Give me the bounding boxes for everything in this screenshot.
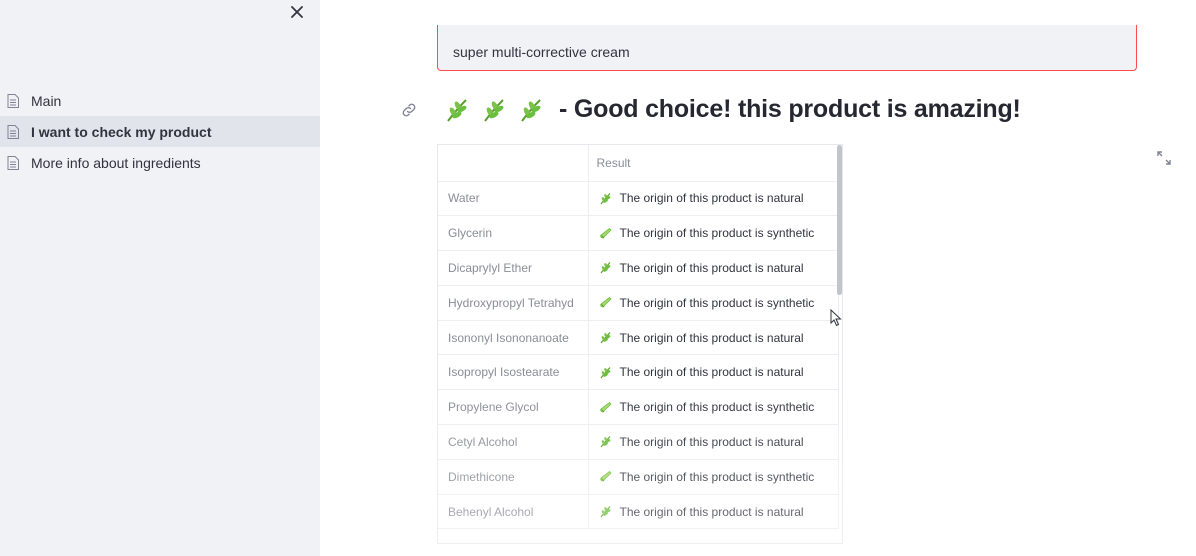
- result-heading-text: - Good choice! this product is amazing!: [559, 95, 1021, 123]
- table-header-row: Result: [438, 145, 839, 182]
- result-text: The origin of this product is natural: [619, 260, 804, 275]
- ingredient-cell[interactable]: Isononyl Isononanoate: [438, 320, 589, 356]
- result-text: The origin of this product is synthetic: [619, 400, 815, 415]
- result-text: The origin of this product is synthetic: [619, 469, 815, 484]
- herb-icon: [600, 262, 610, 274]
- table-row[interactable]: Glycerin The origin of this product is sy…: [438, 215, 839, 252]
- sidebar-item-label: Main: [31, 92, 62, 109]
- sidebar-nav: Main I want to check my product More inf…: [0, 85, 320, 178]
- result-text: The origin of this product is natural: [619, 434, 804, 449]
- table-row[interactable]: Isononyl Isononanoate The origin of this …: [438, 320, 839, 356]
- ingredient-cell[interactable]: Dimethicone: [438, 459, 589, 495]
- close-icon: [291, 6, 303, 18]
- document-icon: [7, 93, 19, 108]
- sidebar: Main I want to check my product More inf…: [0, 0, 320, 556]
- index-column-header: [438, 145, 589, 182]
- ingredient-cell[interactable]: Glycerin: [438, 215, 589, 252]
- ingredient-cell[interactable]: Behenyl Alcohol: [438, 494, 589, 530]
- sidebar-item-check-product[interactable]: I want to check my product: [0, 116, 320, 147]
- result-cell[interactable]: The origin of this product is natural: [588, 424, 839, 460]
- herb-icon: [447, 98, 467, 122]
- result-text: The origin of this product is natural: [619, 504, 804, 519]
- result-cell[interactable]: The origin of this product is synthetic: [588, 285, 839, 321]
- ingredient-cell[interactable]: Water: [438, 181, 589, 217]
- ingredient-cell[interactable]: Dicaprylyl Ether: [438, 250, 589, 286]
- table-row[interactable]: Cetyl Alcohol The origin of this product …: [438, 424, 839, 460]
- result-column-header[interactable]: Result: [588, 145, 839, 182]
- result-cell[interactable]: The origin of this product is natural: [588, 320, 839, 356]
- result-text: The origin of this product is natural: [619, 330, 804, 345]
- table-row[interactable]: Hydroxypropyl Tetrahyd The origin of this…: [438, 285, 839, 321]
- herb-icon: [600, 366, 610, 379]
- product-input-container: [437, 25, 1137, 71]
- result-text: The origin of this product is synthetic: [619, 295, 815, 310]
- herb-icon: [600, 332, 610, 344]
- result-cell[interactable]: The origin of this product is natural: [588, 354, 839, 391]
- table-row[interactable]: Isopropyl Isostearate The origin of this …: [438, 354, 839, 391]
- document-icon: [7, 124, 19, 139]
- herb-icon: [600, 506, 610, 518]
- test-tube-icon: [599, 297, 612, 308]
- table-row[interactable]: Dimethicone The origin of this product is…: [438, 459, 839, 495]
- test-tube-icon: [599, 401, 612, 413]
- fullscreen-expand-icon[interactable]: [1156, 150, 1172, 166]
- sidebar-item-main[interactable]: Main: [0, 85, 320, 116]
- document-icon: [7, 155, 19, 170]
- ingredient-cell[interactable]: Isopropyl Isostearate: [438, 354, 589, 391]
- table-row[interactable]: Water The origin of this product is natur…: [438, 181, 839, 217]
- anchor-link-icon[interactable]: [400, 101, 418, 119]
- sidebar-item-label: More info about ingredients: [31, 154, 201, 171]
- sidebar-item-ingredients-info[interactable]: More info about ingredients: [0, 147, 320, 178]
- ingredient-cell[interactable]: Propylene Glycol: [438, 389, 589, 426]
- table-row[interactable]: Behenyl Alcohol The origin of this produc…: [438, 494, 839, 530]
- ingredient-cell[interactable]: Cetyl Alcohol: [438, 424, 589, 460]
- main-content: - Good choice! this product is amazing! …: [320, 0, 1196, 556]
- result-cell[interactable]: The origin of this product is synthetic: [588, 459, 839, 495]
- table-scrollbar[interactable]: [837, 145, 842, 295]
- table-row[interactable]: Propylene Glycol The origin of this produ…: [438, 389, 839, 426]
- result-cell[interactable]: The origin of this product is synthetic: [588, 215, 839, 252]
- ingredient-cell[interactable]: Hydroxypropyl Tetrahyd: [438, 285, 589, 321]
- product-name-input[interactable]: [438, 25, 1136, 70]
- ingredients-table[interactable]: Result Water The origin of this product i…: [437, 144, 843, 544]
- result-cell[interactable]: The origin of this product is natural: [588, 494, 839, 530]
- sidebar-item-label: I want to check my product: [31, 123, 212, 140]
- close-sidebar-button[interactable]: [287, 3, 307, 23]
- result-text: The origin of this product is synthetic: [619, 226, 815, 241]
- herb-icon: [521, 98, 541, 122]
- herb-icon: [600, 436, 610, 448]
- result-cell[interactable]: The origin of this product is synthetic: [588, 389, 839, 426]
- result-heading: - Good choice! this product is amazing!: [400, 95, 1021, 124]
- herb-icon: [600, 193, 610, 205]
- result-text: The origin of this product is natural: [619, 365, 804, 380]
- result-cell[interactable]: The origin of this product is natural: [588, 250, 839, 286]
- herb-icon: [484, 98, 504, 122]
- mouse-cursor-icon: [830, 309, 842, 327]
- result-text: The origin of this product is natural: [619, 191, 804, 206]
- table-row[interactable]: Dicaprylyl Ether The origin of this produ…: [438, 250, 839, 286]
- result-cell[interactable]: The origin of this product is natural: [588, 181, 839, 217]
- test-tube-icon: [599, 227, 612, 239]
- test-tube-icon: [599, 471, 612, 482]
